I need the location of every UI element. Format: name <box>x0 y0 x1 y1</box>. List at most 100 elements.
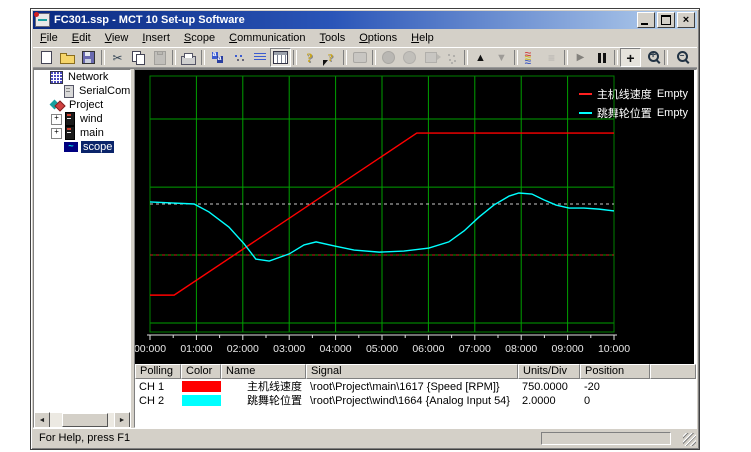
column-header-color[interactable]: Color <box>181 364 221 379</box>
tree-item-wind[interactable]: +wind <box>34 112 130 126</box>
param-grid-icon <box>273 51 288 64</box>
close-button[interactable]: × <box>677 12 695 28</box>
toolbar-separator <box>343 50 347 65</box>
pause-button[interactable] <box>591 48 612 67</box>
resize-grip[interactable] <box>683 433 696 446</box>
zoom-out-button[interactable] <box>670 48 691 67</box>
scrollbar-thumb[interactable] <box>62 413 108 427</box>
network-icon <box>50 71 63 84</box>
menu-options[interactable]: Options <box>352 31 404 45</box>
context-help-icon: ? <box>323 50 339 66</box>
print-button[interactable] <box>178 48 199 67</box>
time-axis-label: 05:000 <box>366 343 398 355</box>
expand-icon[interactable]: + <box>51 128 62 139</box>
title-bar[interactable]: FC301.ssp - MCT 10 Set-up Software × <box>33 11 697 29</box>
column-header-polling[interactable]: Polling <box>135 364 181 379</box>
move-up-icon: ▲ <box>473 50 489 66</box>
help-icon: ? <box>302 50 318 66</box>
cell-polling: CH 1 <box>135 381 181 393</box>
column-header-unitsdiv[interactable]: Units/Div <box>518 364 580 379</box>
maximize-icon <box>661 15 671 25</box>
play-button[interactable]: ▶ <box>570 48 591 67</box>
param-list-button[interactable] <box>249 48 270 67</box>
app-window: FC301.ssp - MCT 10 Set-up Software × Fil… <box>30 8 700 450</box>
open-button[interactable] <box>57 48 78 67</box>
scope-waves-button[interactable] <box>520 48 541 67</box>
stop-button[interactable] <box>378 48 399 67</box>
copy-button[interactable] <box>128 48 149 67</box>
export-icon <box>425 52 437 63</box>
param-dots-button[interactable] <box>228 48 249 67</box>
cell-color <box>181 395 221 407</box>
scroll-left-button[interactable]: ◄ <box>34 412 50 428</box>
column-header-name[interactable]: Name <box>221 364 306 379</box>
toolbar-separator <box>101 50 105 65</box>
move-up-button[interactable]: ▲ <box>470 48 491 67</box>
record-button[interactable] <box>399 48 420 67</box>
menu-communication[interactable]: Communication <box>222 31 312 45</box>
save-button[interactable] <box>78 48 99 67</box>
modem-icon <box>353 52 367 63</box>
cell-position: 0 <box>580 395 650 407</box>
menu-view[interactable]: View <box>98 31 136 45</box>
zoom-out-icon <box>677 51 688 62</box>
modem-button[interactable] <box>349 48 370 67</box>
menu-tools[interactable]: Tools <box>313 31 353 45</box>
pan-zoom-button[interactable] <box>641 48 662 67</box>
cut-button[interactable]: ✂ <box>107 48 128 67</box>
tree-item-label: SerialCom <box>77 85 131 97</box>
param-list-icon <box>254 53 266 62</box>
context-help-button[interactable]: ? <box>320 48 341 67</box>
help-button[interactable]: ? <box>299 48 320 67</box>
zoom-in-button[interactable] <box>691 48 697 67</box>
channel-row-ch1[interactable]: CH 1主机线速度\root\Project\main\1617 {Speed … <box>135 381 696 393</box>
new-button[interactable] <box>36 48 57 67</box>
time-axis-label: 02:000 <box>227 343 259 355</box>
cell-name: 主机线速度 <box>221 381 306 393</box>
play-icon: ▶ <box>573 50 589 66</box>
project-icon <box>50 99 64 111</box>
tree-item-project[interactable]: Project <box>34 98 130 112</box>
minimize-button[interactable] <box>637 12 655 28</box>
status-panel <box>541 432 671 445</box>
column-header-position[interactable]: Position <box>580 364 650 379</box>
toolbar-separator <box>514 50 518 65</box>
menu-help[interactable]: Help <box>404 31 441 45</box>
menu-edit[interactable]: Edit <box>65 31 98 45</box>
toolbar-separator <box>564 50 568 65</box>
scope-waves-icon <box>524 51 538 65</box>
scope-chart-canvas[interactable]: 主机线速度Empty跳舞轮位置Empty 00:00001:00002:0000… <box>135 70 694 364</box>
close-icon: × <box>683 15 689 25</box>
window-title: FC301.ssp - MCT 10 Set-up Software <box>54 14 635 26</box>
channel-row-ch2[interactable]: CH 2跳舞轮位置\root\Project\wind\1664 {Analog… <box>135 395 696 407</box>
menu-file[interactable]: File <box>33 31 65 45</box>
scatter-icon <box>446 52 458 64</box>
scatter-button[interactable] <box>441 48 462 67</box>
move-down-button[interactable]: ▼ <box>491 48 512 67</box>
new-icon <box>41 51 52 64</box>
stop-icon <box>382 51 395 64</box>
cut-icon: ✂ <box>110 50 126 66</box>
maximize-button[interactable] <box>657 12 675 28</box>
scroll-right-button[interactable]: ► <box>114 412 130 428</box>
time-axis-label: 08:000 <box>505 343 537 355</box>
crosshair-button[interactable]: + <box>620 48 641 67</box>
tree-item-scope[interactable]: ~scope <box>34 140 130 154</box>
param-setup-button[interactable] <box>207 48 228 67</box>
menu-scope[interactable]: Scope <box>177 31 222 45</box>
tree-item-network[interactable]: Network <box>34 70 130 84</box>
expand-icon[interactable]: + <box>51 114 62 125</box>
scope-plot[interactable]: 00:00001:00002:00003:00004:00005:00006:0… <box>135 70 694 364</box>
menu-insert[interactable]: Insert <box>135 31 177 45</box>
paste-button[interactable] <box>149 48 170 67</box>
param-grid-button[interactable] <box>270 48 291 67</box>
tree-horizontal-scrollbar[interactable]: ◄ ► <box>34 413 130 427</box>
export-button[interactable] <box>420 48 441 67</box>
tree-item-serialcom[interactable]: SerialCom <box>34 84 130 98</box>
drive-icon <box>65 126 75 140</box>
column-header-signal[interactable]: Signal <box>306 364 518 379</box>
open-icon <box>60 55 75 64</box>
tree-item-main[interactable]: +main <box>34 126 130 140</box>
hlines-button[interactable]: ≡ <box>541 48 562 67</box>
cell-units-div: 2.0000 <box>518 395 580 407</box>
